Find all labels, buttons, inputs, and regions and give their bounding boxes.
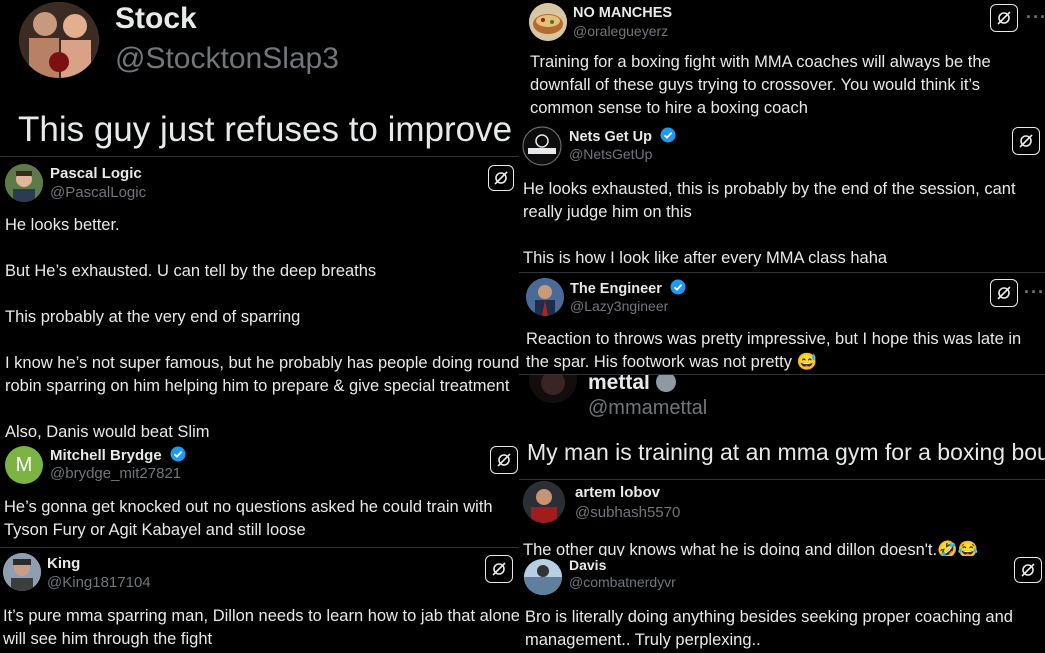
tweet-name[interactable]: King <box>47 555 80 572</box>
tweet-king[interactable]: King @King1817104 It’s pure mma sparring… <box>0 548 522 653</box>
grok-icon[interactable] <box>488 165 514 191</box>
engineer-avatar[interactable] <box>526 278 564 316</box>
tweet-name-text: Nets Get Up <box>569 129 652 145</box>
tweet-handle[interactable]: @King1817104 <box>47 574 151 591</box>
verified-badge-icon <box>670 279 686 295</box>
tweet-no-manches[interactable]: NO MANCHES @oralegueyerz ··· Training fo… <box>523 0 1045 120</box>
more-options-icon[interactable]: ··· <box>1024 282 1045 303</box>
tweet-handle[interactable]: @Lazy3ngineer <box>570 298 668 314</box>
king-avatar[interactable] <box>3 553 41 591</box>
mettal-handle[interactable]: @mmamettal <box>588 397 707 420</box>
grok-icon[interactable] <box>490 446 518 474</box>
tweet-handle[interactable]: @combatnerdyvr <box>569 574 676 590</box>
mitchell-avatar[interactable]: M <box>5 446 43 484</box>
tweet-mitchell-brydge[interactable]: M Mitchell Brydge @brydge_mit27821 He’s … <box>0 443 522 547</box>
mettal-name[interactable]: mettal <box>588 375 676 395</box>
avatar-letter: M <box>15 453 33 476</box>
mettal-name-text: mettal <box>588 375 650 394</box>
header-handle: @StocktonSlap3 <box>115 42 339 75</box>
tweet-name-text: Mitchell Brydge <box>50 447 162 464</box>
grok-icon[interactable] <box>990 4 1018 32</box>
tweet-handle[interactable]: @PascalLogic <box>50 184 146 201</box>
tweet-handle[interactable]: @NetsGetUp <box>569 146 652 162</box>
tweet-the-engineer[interactable]: The Engineer @Lazy3ngineer ··· Reaction … <box>519 273 1045 374</box>
grok-icon[interactable] <box>485 555 513 583</box>
moon-icon <box>655 375 676 392</box>
mettal-text: My man is training at an mma gym for a b… <box>527 439 1045 465</box>
tweet-name[interactable]: The Engineer <box>570 279 686 297</box>
tweet-text: He’s gonna get knocked out no questions … <box>4 498 493 539</box>
tweet-text: Bro is literally doing anything besides … <box>525 608 1013 649</box>
tweet-text: He looks exhausted, this is probably by … <box>523 180 1016 267</box>
tweet-text: The other guy knows what he is doing and… <box>523 541 979 556</box>
tweet-name[interactable]: Pascal Logic <box>50 165 142 182</box>
verified-badge-icon <box>170 446 186 462</box>
tweet-nets-get-up[interactable]: Nets Get Up @NetsGetUp He looks exhauste… <box>519 120 1045 272</box>
artem-avatar[interactable] <box>523 481 565 523</box>
pascal-avatar[interactable] <box>5 164 43 202</box>
grok-icon[interactable] <box>1014 557 1042 583</box>
tweet-name[interactable]: artem lobov <box>575 484 660 501</box>
tweet-name[interactable]: NO MANCHES <box>573 5 672 21</box>
more-options-icon[interactable]: ··· <box>1026 7 1045 28</box>
tweet-handle[interactable]: @oralegueyerz <box>573 23 668 39</box>
tweet-artem-lobov[interactable]: artem lobov @subhash5570 The other guy k… <box>519 480 1045 556</box>
mettal-panel[interactable]: mettal @mmamettal My man is training at … <box>519 375 1045 480</box>
tweet-pascal-logic[interactable]: Pascal Logic @PascalLogic He looks bette… <box>0 157 522 443</box>
tweet-name[interactable]: Mitchell Brydge <box>50 446 186 464</box>
no-manches-avatar[interactable] <box>529 3 567 41</box>
grok-icon[interactable] <box>990 279 1018 307</box>
tweet-name[interactable]: Davis <box>569 557 606 573</box>
verified-badge-icon <box>660 127 676 143</box>
grok-icon[interactable] <box>1012 127 1040 155</box>
tweet-text: He looks better. But He’s exhausted. U c… <box>5 216 520 441</box>
header-text: This guy just refuses to improve <box>18 110 513 149</box>
tweet-handle[interactable]: @subhash5570 <box>575 504 680 521</box>
tweet-davis[interactable]: Davis @combatnerdyvr Bro is literally do… <box>519 556 1045 653</box>
tweet-handle[interactable]: @brydge_mit27821 <box>50 465 181 482</box>
stock-avatar[interactable] <box>19 2 99 78</box>
tweet-text: Training for a boxing fight with MMA coa… <box>530 53 991 117</box>
left-header-panel: Stock @StocktonSlap3 This guy just refus… <box>0 0 520 156</box>
tweet-name-text: The Engineer <box>570 281 662 297</box>
tweet-text: It’s pure mma sparring man, Dillon needs… <box>3 607 520 648</box>
tweet-name[interactable]: Nets Get Up <box>569 127 676 145</box>
tweet-text: Reaction to throws was pretty impressive… <box>526 330 1022 371</box>
davis-avatar[interactable] <box>524 559 562 595</box>
mettal-avatar[interactable] <box>529 375 577 403</box>
nets-avatar[interactable] <box>522 126 562 166</box>
header-name: Stock <box>115 2 197 35</box>
